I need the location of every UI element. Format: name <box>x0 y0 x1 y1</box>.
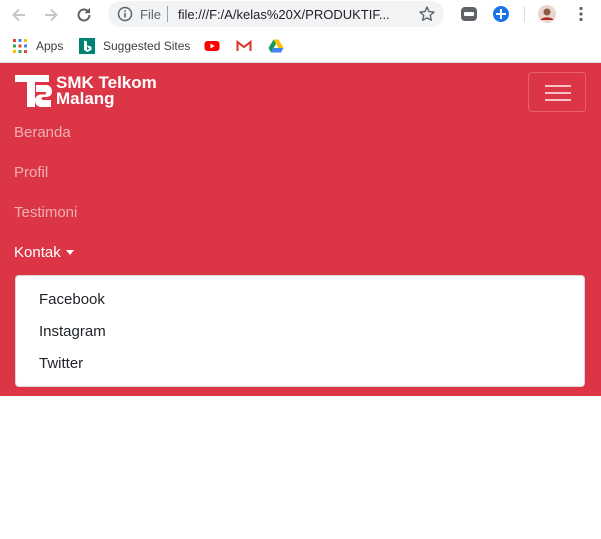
arrow-right-icon <box>45 8 58 22</box>
kontak-dropdown-menu: Facebook Instagram Twitter <box>15 275 585 387</box>
nav-link-profil[interactable]: Profil <box>14 164 48 181</box>
url-scheme-label: File <box>140 7 161 22</box>
reload-icon <box>77 8 91 22</box>
dropdown-item-instagram[interactable]: Instagram <box>39 323 106 340</box>
toolbar-divider <box>524 6 525 22</box>
nav-link-kontak-dropdown-toggle[interactable]: Kontak <box>14 244 74 261</box>
youtube-icon <box>204 41 220 51</box>
omnibox-divider <box>167 6 168 22</box>
brand-link[interactable]: SMK Telkom Malang <box>14 73 157 109</box>
hamburger-icon <box>545 85 571 87</box>
nav-link-testimoni[interactable]: Testimoni <box>14 204 77 221</box>
bookmark-gmail[interactable] <box>236 37 260 55</box>
dropdown-item-facebook[interactable]: Facebook <box>39 291 105 308</box>
bookmark-apps[interactable]: Apps <box>12 37 63 55</box>
bookmarks-bar: Apps Suggested Sites <box>0 34 601 58</box>
nav-link-label: Kontak <box>14 244 61 261</box>
bookmark-label: Apps <box>36 39 64 53</box>
reload-button[interactable] <box>73 4 95 26</box>
caret-down-icon <box>65 249 74 255</box>
nav-link-beranda[interactable]: Beranda <box>14 124 71 141</box>
brand-name-line2: Malang <box>56 89 115 108</box>
add-extension-icon[interactable] <box>491 4 511 24</box>
browser-toolbar: File file:///F:/A/kelas%20X/PRODUKTIF...… <box>0 0 601 63</box>
hamburger-icon <box>545 92 571 94</box>
address-bar[interactable]: File file:///F:/A/kelas%20X/PRODUKTIF... <box>108 1 444 27</box>
kebab-menu-icon[interactable] <box>571 4 591 24</box>
line-extension-icon[interactable] <box>459 4 479 24</box>
brand-name: SMK Telkom Malang <box>56 74 157 108</box>
url-text[interactable]: file:///F:/A/kelas%20X/PRODUKTIF... <box>178 7 390 22</box>
telkom-logo-icon <box>15 75 52 107</box>
info-icon[interactable] <box>117 6 133 22</box>
bookmark-star-icon[interactable] <box>418 5 436 23</box>
google-drive-icon <box>268 39 284 53</box>
bookmark-label: Suggested Sites <box>103 39 191 53</box>
bing-icon <box>79 38 95 54</box>
profile-avatar-icon[interactable] <box>537 4 557 24</box>
navbar-toggler-button[interactable] <box>528 72 586 112</box>
back-button[interactable] <box>8 4 30 26</box>
bookmark-youtube[interactable] <box>204 37 228 55</box>
bookmark-suggested-sites[interactable]: Suggested Sites <box>79 37 190 55</box>
site-navbar: SMK Telkom Malang Beranda Profil Testimo… <box>0 63 601 396</box>
bookmark-google-drive[interactable] <box>268 37 292 55</box>
apps-grid-icon <box>13 39 27 53</box>
dropdown-item-twitter[interactable]: Twitter <box>39 355 83 372</box>
forward-button[interactable] <box>40 4 62 26</box>
gmail-icon <box>236 39 252 51</box>
hamburger-icon <box>545 99 571 101</box>
arrow-left-icon <box>12 8 25 22</box>
